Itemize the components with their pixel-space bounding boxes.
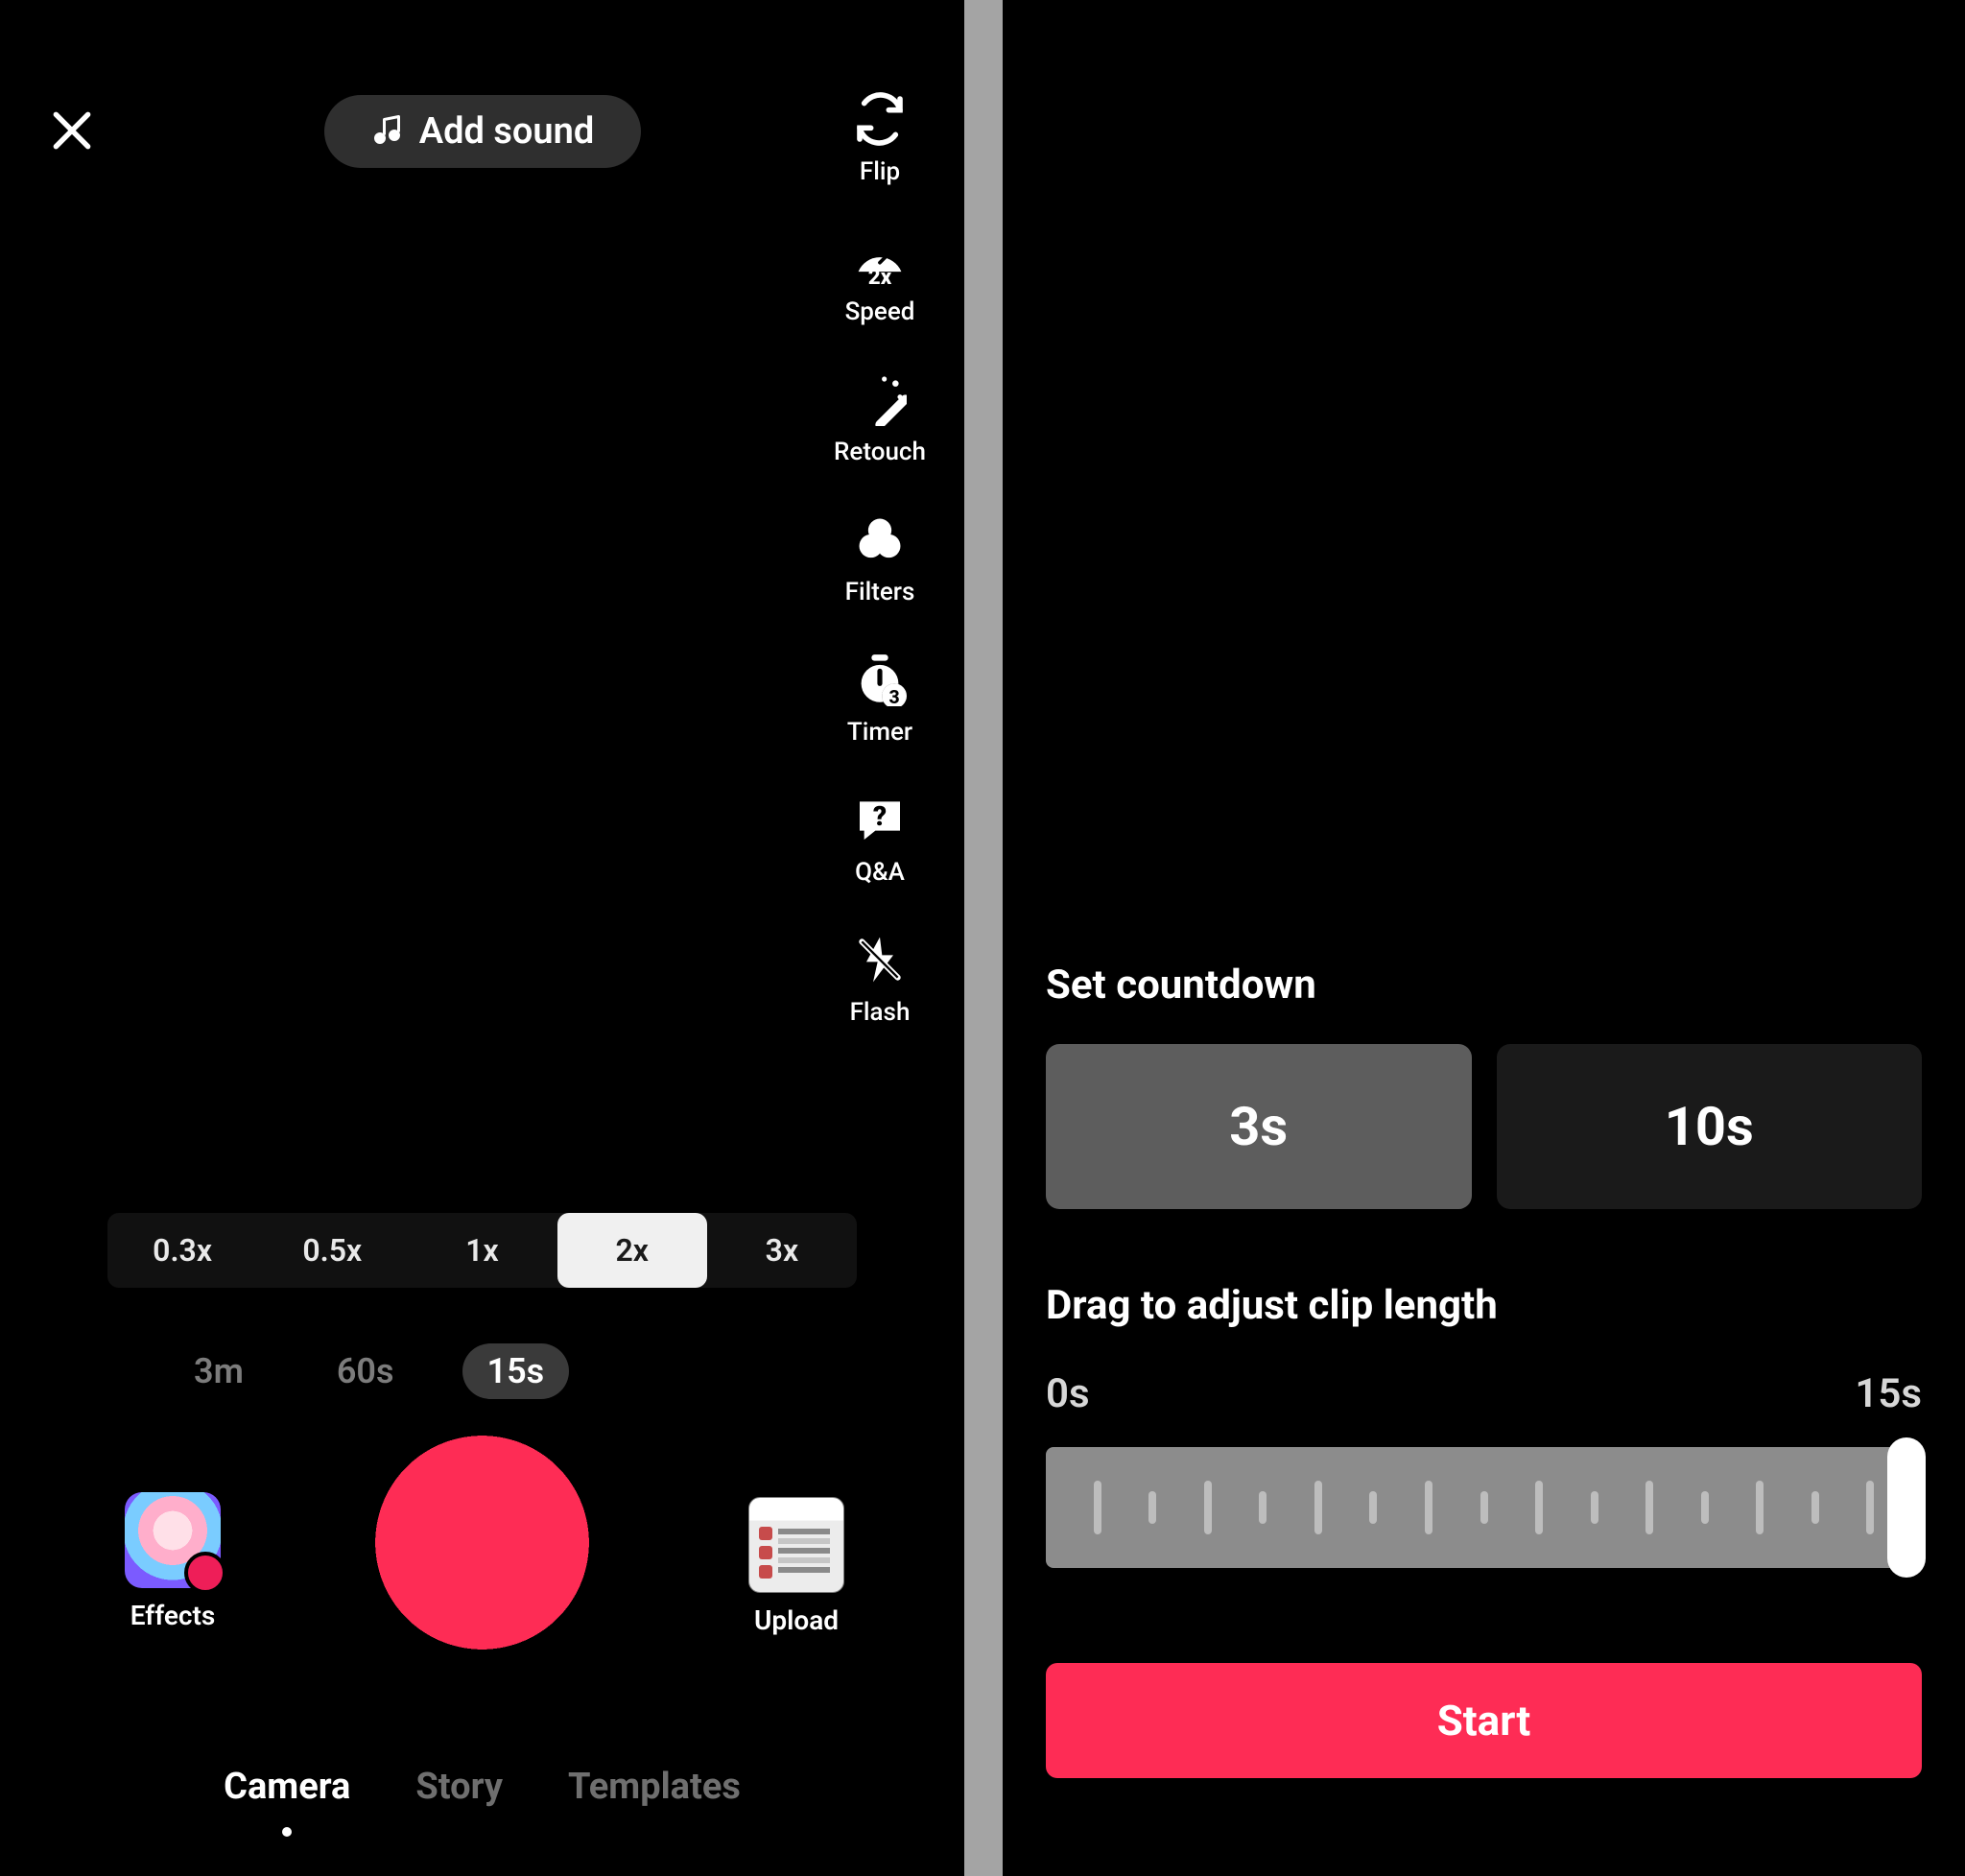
clip-length-max-label: 15s xyxy=(1855,1370,1922,1417)
close-button[interactable] xyxy=(42,106,90,154)
clip-length-range-labels: 0s 15s xyxy=(1046,1370,1922,1417)
camera-toolbar: Flip 2x Speed Retouch Filters xyxy=(822,90,937,1027)
camera-screen: Add sound Flip 2x Speed Retouch xyxy=(0,0,964,1876)
countdown-option-10s[interactable]: 10s xyxy=(1497,1044,1923,1209)
upload-label: Upload xyxy=(754,1604,839,1636)
flip-button[interactable]: Flip xyxy=(822,90,937,186)
speed-option-2x[interactable]: 2x xyxy=(557,1213,707,1288)
qa-label: Q&A xyxy=(855,858,905,887)
countdown-option-3s[interactable]: 3s xyxy=(1046,1044,1472,1209)
music-note-icon xyxy=(371,112,406,151)
effects-avatar-icon xyxy=(125,1492,221,1588)
start-label: Start xyxy=(1437,1696,1531,1745)
speed-option-0-3x[interactable]: 0.3x xyxy=(107,1213,257,1288)
add-sound-button[interactable]: Add sound xyxy=(324,95,641,168)
duration-option-60s[interactable]: 60s xyxy=(312,1343,419,1399)
filters-label: Filters xyxy=(845,578,915,606)
flip-label: Flip xyxy=(860,157,900,186)
close-icon xyxy=(48,143,96,157)
speed-label: Speed xyxy=(845,297,915,326)
svg-text:2x: 2x xyxy=(868,265,892,286)
mode-tab-story[interactable]: Story xyxy=(415,1766,503,1829)
slider-ticks xyxy=(1046,1447,1922,1568)
speed-option-3x[interactable]: 3x xyxy=(707,1213,857,1288)
duration-selector: 3m 60s 15s xyxy=(169,1338,553,1405)
countdown-sheet: Set countdown 3s 10s Drag to adjust clip… xyxy=(1003,948,1965,1876)
speedometer-icon: 2x xyxy=(851,230,909,288)
upload-button[interactable]: Upload xyxy=(729,1497,864,1636)
effects-button[interactable]: Effects xyxy=(106,1492,240,1631)
retouch-label: Retouch xyxy=(834,438,926,466)
qa-button[interactable]: ? Q&A xyxy=(822,791,937,887)
countdown-title: Set countdown xyxy=(1046,962,1316,1009)
timer-icon: 33 xyxy=(851,651,909,708)
clip-length-handle[interactable] xyxy=(1887,1437,1926,1578)
svg-text:3: 3 xyxy=(888,686,899,706)
speed-selector: 0.3x 0.5x 1x 2x 3x xyxy=(107,1213,857,1288)
countdown-options: 3s 10s xyxy=(1046,1044,1922,1209)
question-bubble-icon: ? xyxy=(851,791,909,848)
add-sound-label: Add sound xyxy=(419,110,594,153)
flash-button[interactable]: Flash xyxy=(822,931,937,1027)
capture-mode-tabs: Camera Story Templates xyxy=(0,1766,964,1829)
flip-icon xyxy=(851,90,909,148)
filters-icon xyxy=(851,511,909,568)
duration-option-3m[interactable]: 3m xyxy=(169,1343,269,1399)
clip-length-title: Drag to adjust clip length xyxy=(1046,1282,1498,1329)
flash-label: Flash xyxy=(850,998,911,1027)
clip-length-min-label: 0s xyxy=(1046,1370,1090,1417)
clip-length-slider[interactable] xyxy=(1046,1447,1922,1568)
speed-option-1x[interactable]: 1x xyxy=(407,1213,556,1288)
timer-label: Timer xyxy=(847,718,912,747)
flash-off-icon xyxy=(851,931,909,988)
mode-tab-camera[interactable]: Camera xyxy=(224,1766,350,1829)
screenshot-divider xyxy=(964,0,1003,1876)
filters-button[interactable]: Filters xyxy=(822,511,937,606)
speed-button[interactable]: 2x Speed xyxy=(822,230,937,326)
speed-option-0-5x[interactable]: 0.5x xyxy=(257,1213,407,1288)
duration-option-15s[interactable]: 15s xyxy=(462,1343,570,1399)
timer-screen: Set countdown 3s 10s Drag to adjust clip… xyxy=(1003,0,1965,1876)
gallery-thumbnail-icon xyxy=(748,1497,844,1593)
svg-text:?: ? xyxy=(873,800,887,832)
mode-tab-templates[interactable]: Templates xyxy=(568,1766,741,1829)
record-button[interactable] xyxy=(374,1435,590,1650)
start-countdown-button[interactable]: Start xyxy=(1046,1663,1922,1778)
effects-label: Effects xyxy=(130,1600,216,1631)
timer-button[interactable]: 33 Timer xyxy=(822,651,937,747)
retouch-button[interactable]: Retouch xyxy=(822,370,937,466)
magic-wand-icon xyxy=(851,370,909,428)
